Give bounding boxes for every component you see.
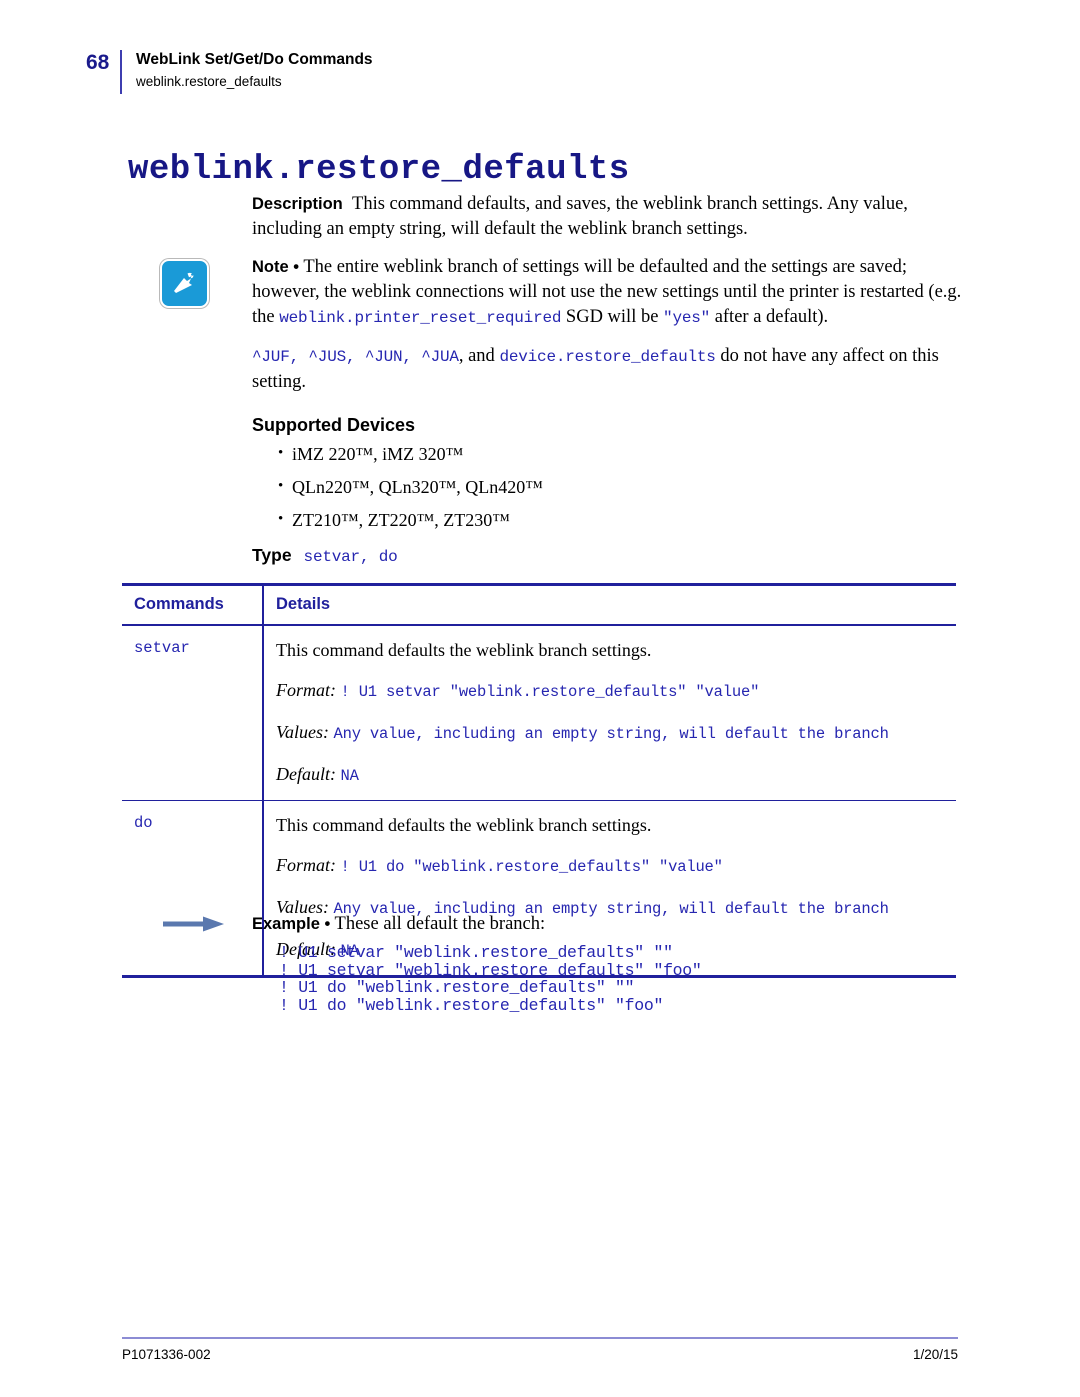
type-line: Type setvar, do (252, 545, 962, 566)
page-footer: P1071336-002 1/20/15 (122, 1347, 958, 1362)
command-name-do: do (134, 814, 153, 832)
format-label: Format: (276, 855, 336, 875)
footer-divider (122, 1337, 958, 1339)
supported-devices-heading: Supported Devices (252, 415, 416, 435)
default-value: NA (340, 767, 359, 785)
note-paragraph: Note • The entire weblink branch of sett… (252, 255, 962, 331)
example-code-block: ! U1 setvar "weblink.restore_defaults" "… (279, 943, 702, 1015)
row-format: Format: ! U1 setvar "weblink.restore_def… (276, 679, 956, 703)
table-cell-command: setvar (122, 625, 263, 801)
body-content: Description This command defaults, and s… (252, 192, 962, 566)
table-cell-command: do (122, 800, 263, 978)
column-header-commands: Commands (134, 595, 224, 613)
description-text: This command defaults, and saves, the we… (252, 194, 908, 239)
description-label: Description (252, 195, 343, 213)
row-default: Default: NA (276, 763, 956, 787)
header-text-block: WebLink Set/Get/Do Commands weblink.rest… (136, 50, 373, 92)
default-label: Default: (276, 764, 336, 784)
affect-note-paragraph: ^JUF, ^JUS, ^JUN, ^JUA, and device.resto… (252, 344, 962, 395)
type-value: setvar, do (303, 548, 398, 566)
format-label: Format: (276, 680, 336, 700)
values-label: Values: (276, 722, 329, 742)
note-code-printer-reset-required: weblink.printer_reset_required (279, 309, 562, 327)
format-value: ! U1 do "weblink.restore_defaults" "valu… (340, 858, 723, 876)
header-chapter-title: WebLink Set/Get/Do Commands (136, 51, 373, 68)
table-header-cell-commands: Commands (122, 583, 263, 626)
command-name-setvar: setvar (134, 639, 190, 657)
table-header-cell-details: Details (262, 583, 956, 626)
values-value: Any value, including an empty string, wi… (333, 725, 889, 743)
footer-date: 1/20/15 (912, 1347, 958, 1362)
table-header-row: Commands Details (122, 583, 956, 626)
affect-code-device-restore-defaults: device.restore_defaults (499, 348, 716, 366)
note-text-2: SGD will be (561, 307, 664, 327)
example-text: These all default the branch: (334, 914, 546, 934)
column-header-details: Details (276, 595, 331, 613)
example-heading: Example • These all default the branch: (252, 912, 962, 936)
list-item: QLn220™, QLn320™, QLn420™ (278, 476, 962, 498)
row-description: This command defaults the weblink branch… (276, 640, 652, 660)
running-header: 68 WebLink Set/Get/Do Commands weblink.r… (86, 50, 966, 94)
row-values: Values: Any value, including an empty st… (276, 721, 956, 745)
header-divider (120, 50, 122, 94)
note-label: Note • (252, 258, 300, 276)
type-label: Type (252, 545, 292, 565)
page-number: 68 (86, 51, 110, 74)
affect-code-ju-commands: ^JUF, ^JUS, ^JUN, ^JUA (252, 348, 459, 366)
row-description: This command defaults the weblink branch… (276, 815, 652, 835)
row-format: Format: ! U1 do "weblink.restore_default… (276, 854, 956, 878)
note-text-3: after a default). (710, 307, 829, 327)
format-value: ! U1 setvar "weblink.restore_defaults" "… (340, 683, 760, 701)
example-block: Example • These all default the branch: … (252, 912, 962, 1014)
description-paragraph: Description This command defaults, and s… (252, 192, 962, 242)
header-section-title: weblink.restore_defaults (136, 74, 282, 89)
list-item: iMZ 220™, iMZ 320™ (278, 443, 962, 465)
document-page: 68 WebLink Set/Get/Do Commands weblink.r… (0, 0, 1080, 1397)
table-cell-details: This command defaults the weblink branch… (262, 625, 956, 801)
list-item: ZT210™, ZT220™, ZT230™ (278, 509, 962, 531)
page-title: weblink.restore_defaults (128, 150, 630, 189)
right-arrow-icon (163, 916, 225, 932)
affect-text-1: , and (458, 346, 500, 366)
table-row: setvar This command defaults the weblink… (122, 625, 956, 801)
example-label: Example • (252, 915, 331, 933)
note-code-yes: "yes" (663, 309, 711, 327)
zebra-note-icon (160, 259, 209, 308)
supported-devices-list: iMZ 220™, iMZ 320™ QLn220™, QLn320™, QLn… (252, 443, 962, 531)
footer-document-id: P1071336-002 (122, 1347, 211, 1362)
